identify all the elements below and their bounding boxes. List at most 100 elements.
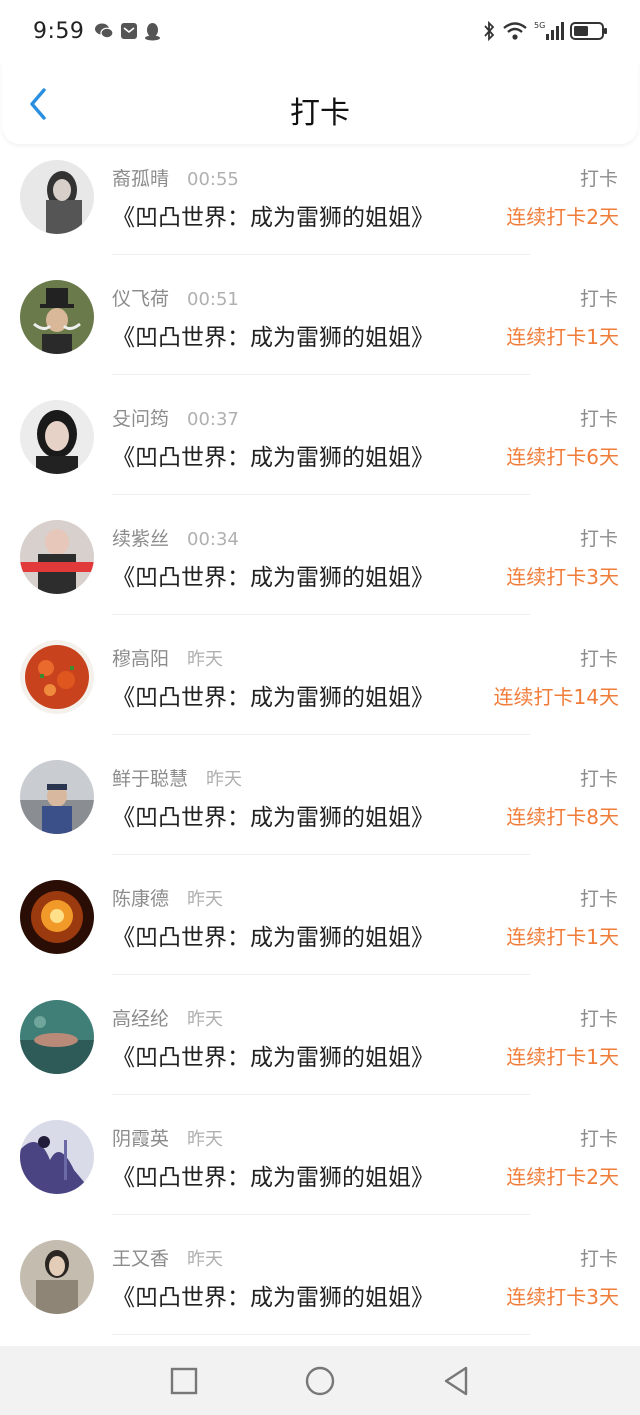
book-title[interactable]: 《凹凸世界：成为雷狮的姐姐》 bbox=[112, 798, 434, 832]
triangle-back-icon bbox=[444, 1366, 468, 1395]
list-item[interactable]: 殳问筠 00:37 《凹凸世界：成为雷狮的姐姐》 打卡 连续打卡6天 bbox=[0, 386, 640, 506]
avatar[interactable] bbox=[20, 520, 94, 594]
action-label: 打卡 bbox=[579, 1248, 618, 1270]
book-title[interactable]: 《凹凸世界：成为雷狮的姐姐》 bbox=[112, 1278, 434, 1312]
user-name: 殳问筠 00:37 bbox=[112, 408, 239, 430]
action-label: 打卡 bbox=[579, 528, 618, 550]
user-name: 高经纶 昨天 bbox=[112, 1008, 224, 1030]
divider bbox=[112, 254, 530, 255]
checkin-time: 昨天 bbox=[187, 1249, 224, 1270]
action-label: 打卡 bbox=[579, 768, 618, 790]
checkin-list: 裔孤晴 00:55 《凹凸世界：成为雷狮的姐姐》 打卡 连续打卡2天 仪飞荷 00:… bbox=[0, 146, 640, 1344]
bluetooth-icon bbox=[484, 20, 495, 42]
user-name: 鲜于聪慧 昨天 bbox=[112, 768, 243, 790]
list-item[interactable]: 续紫丝 00:34 《凹凸世界：成为雷狮的姐姐》 打卡 连续打卡3天 bbox=[0, 506, 640, 626]
divider bbox=[112, 1334, 530, 1335]
list-item[interactable]: 阴霞英 昨天 《凹凸世界：成为雷狮的姐姐》 打卡 连续打卡2天 bbox=[0, 1106, 640, 1226]
user-name: 阴霞英 昨天 bbox=[112, 1128, 224, 1150]
checkin-time: 昨天 bbox=[206, 769, 243, 790]
user-name: 穆高阳 昨天 bbox=[112, 648, 224, 670]
status-bar: 9:59 5G bbox=[0, 0, 640, 62]
status-time: 9:59 bbox=[33, 18, 85, 44]
back-nav-button[interactable] bbox=[436, 1361, 476, 1401]
avatar[interactable] bbox=[20, 1000, 94, 1074]
streak-label: 连续打卡3天 bbox=[506, 565, 619, 589]
battery-icon bbox=[570, 22, 607, 40]
divider bbox=[112, 614, 530, 615]
avatar[interactable] bbox=[20, 280, 94, 354]
page-title: 打卡 bbox=[290, 96, 350, 131]
wechat-icon bbox=[95, 23, 115, 39]
status-right: 5G bbox=[482, 20, 608, 42]
book-title[interactable]: 《凹凸世界：成为雷狮的姐姐》 bbox=[112, 1038, 434, 1072]
avatar[interactable] bbox=[20, 880, 94, 954]
divider bbox=[112, 974, 530, 975]
action-label: 打卡 bbox=[579, 888, 618, 910]
wifi-icon bbox=[503, 22, 527, 40]
user-name: 续紫丝 00:34 bbox=[112, 528, 239, 550]
book-title[interactable]: 《凹凸世界：成为雷狮的姐姐》 bbox=[112, 558, 434, 592]
avatar[interactable] bbox=[20, 760, 94, 834]
streak-label: 连续打卡2天 bbox=[506, 1165, 619, 1189]
streak-label: 连续打卡8天 bbox=[506, 805, 619, 829]
list-item[interactable]: 裔孤晴 00:55 《凹凸世界：成为雷狮的姐姐》 打卡 连续打卡2天 bbox=[0, 146, 640, 266]
divider bbox=[112, 374, 530, 375]
book-title[interactable]: 《凹凸世界：成为雷狮的姐姐》 bbox=[112, 198, 434, 232]
qq-penguin-icon bbox=[145, 22, 161, 40]
streak-label: 连续打卡3天 bbox=[506, 1285, 619, 1309]
list-item[interactable]: 穆高阳 昨天 《凹凸世界：成为雷狮的姐姐》 打卡 连续打卡14天 bbox=[0, 626, 640, 746]
home-button[interactable] bbox=[300, 1361, 340, 1401]
app-header: 打卡 bbox=[2, 62, 638, 144]
divider bbox=[112, 734, 530, 735]
circle-icon bbox=[305, 1366, 335, 1395]
recents-button[interactable] bbox=[164, 1361, 204, 1401]
checkin-time: 昨天 bbox=[187, 649, 224, 670]
divider bbox=[112, 854, 530, 855]
list-item[interactable]: 陈康德 昨天 《凹凸世界：成为雷狮的姐姐》 打卡 连续打卡1天 bbox=[0, 866, 640, 986]
avatar[interactable] bbox=[20, 160, 94, 234]
user-name: 仪飞荷 00:51 bbox=[112, 288, 239, 310]
list-item[interactable]: 高经纶 昨天 《凹凸世界：成为雷狮的姐姐》 打卡 连续打卡1天 bbox=[0, 986, 640, 1106]
book-title[interactable]: 《凹凸世界：成为雷狮的姐姐》 bbox=[112, 678, 434, 712]
book-title[interactable]: 《凹凸世界：成为雷狮的姐姐》 bbox=[112, 918, 434, 952]
signal-icon: 5G bbox=[534, 21, 564, 40]
checkin-time: 昨天 bbox=[187, 1129, 224, 1150]
streak-label: 连续打卡1天 bbox=[506, 925, 619, 949]
checkin-time: 昨天 bbox=[187, 889, 224, 910]
checkin-time: 00:34 bbox=[187, 529, 239, 550]
avatar[interactable] bbox=[20, 400, 94, 474]
user-name: 陈康德 昨天 bbox=[112, 888, 224, 910]
action-label: 打卡 bbox=[579, 1008, 618, 1030]
streak-label: 连续打卡1天 bbox=[506, 325, 619, 349]
checkin-time: 00:55 bbox=[187, 169, 239, 190]
book-title[interactable]: 《凹凸世界：成为雷狮的姐姐》 bbox=[112, 318, 434, 352]
mail-icon bbox=[121, 23, 138, 39]
checkin-time: 00:51 bbox=[187, 289, 239, 310]
network-type-label: 5G bbox=[534, 21, 545, 30]
action-label: 打卡 bbox=[579, 408, 618, 430]
action-label: 打卡 bbox=[579, 648, 618, 670]
divider bbox=[112, 1214, 530, 1215]
system-nav-bar bbox=[0, 1346, 640, 1415]
avatar[interactable] bbox=[20, 1240, 94, 1314]
avatar[interactable] bbox=[20, 640, 94, 714]
avatar[interactable] bbox=[20, 1120, 94, 1194]
streak-label: 连续打卡2天 bbox=[506, 205, 619, 229]
streak-label: 连续打卡14天 bbox=[493, 685, 619, 709]
list-item[interactable]: 鲜于聪慧 昨天 《凹凸世界：成为雷狮的姐姐》 打卡 连续打卡8天 bbox=[0, 746, 640, 866]
book-title[interactable]: 《凹凸世界：成为雷狮的姐姐》 bbox=[112, 1158, 434, 1192]
user-name: 王又香 昨天 bbox=[112, 1248, 224, 1270]
streak-label: 连续打卡6天 bbox=[506, 445, 619, 469]
divider bbox=[112, 494, 530, 495]
checkin-time: 00:37 bbox=[187, 409, 239, 430]
checkin-time: 昨天 bbox=[187, 1009, 224, 1030]
book-title[interactable]: 《凹凸世界：成为雷狮的姐姐》 bbox=[112, 438, 434, 472]
action-label: 打卡 bbox=[579, 1128, 618, 1150]
user-name: 裔孤晴 00:55 bbox=[112, 168, 239, 190]
list-item[interactable]: 仪飞荷 00:51 《凹凸世界：成为雷狮的姐姐》 打卡 连续打卡1天 bbox=[0, 266, 640, 386]
action-label: 打卡 bbox=[579, 288, 618, 310]
status-left: 9:59 bbox=[33, 19, 161, 44]
streak-label: 连续打卡1天 bbox=[506, 1045, 619, 1069]
list-item[interactable]: 王又香 昨天 《凹凸世界：成为雷狮的姐姐》 打卡 连续打卡3天 bbox=[0, 1226, 640, 1344]
action-label: 打卡 bbox=[579, 168, 618, 190]
